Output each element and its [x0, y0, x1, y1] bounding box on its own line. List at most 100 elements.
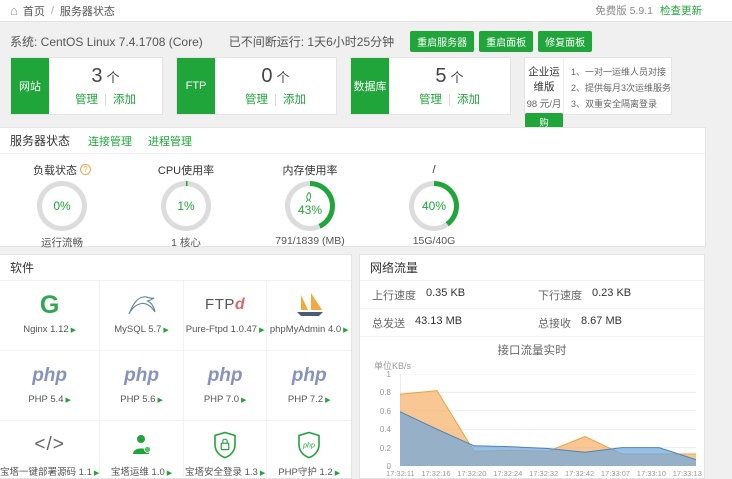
software-item-ops[interactable]: 宝塔运维 1.0▶	[100, 421, 184, 479]
software-item-mysql[interactable]: MySQL 5.7▶	[100, 281, 184, 351]
x-tick: 17:33:10	[637, 469, 666, 478]
software-item-label[interactable]: PHP守护 1.2	[278, 467, 332, 478]
software-item-phpguard[interactable]: php PHP守护 1.2▶	[267, 421, 351, 479]
phpmyadmin-sailboat-icon	[292, 292, 326, 318]
running-icon: ▶	[167, 470, 172, 477]
software-item-phpmyadmin[interactable]: phpMyAdmin 4.0▶	[267, 281, 351, 351]
downstream-speed-label: 下行速度	[538, 287, 582, 303]
nginx-icon: G	[40, 293, 59, 318]
software-item-php72[interactable]: php PHP 7.2▶	[267, 351, 351, 421]
link-divider: |	[448, 94, 451, 106]
running-icon: ▶	[157, 397, 162, 404]
website-add-link[interactable]: 添加	[113, 94, 136, 106]
shield-php-icon: php	[297, 431, 321, 459]
software-item-label[interactable]: PHP 7.2	[288, 394, 323, 405]
link-divider: |	[274, 94, 277, 106]
software-item-label[interactable]: 宝塔安全登录 1.3	[185, 467, 258, 478]
total-row: 总发送43.13 MB 总接收8.67 MB	[360, 309, 704, 337]
pureftpd-icon: FTPd	[205, 296, 245, 314]
software-item-php70[interactable]: php PHP 7.0▶	[184, 351, 268, 421]
server-status-title: 服务器状态	[10, 132, 70, 149]
ftp-count-unit: 个	[277, 70, 290, 85]
software-item-pureftpd[interactable]: FTPd Pure-Ftpd 1.0.47▶	[184, 281, 268, 351]
system-info-row: 系统: CentOS Linux 7.4.1708 (Core) 已不间断运行:…	[10, 31, 592, 52]
running-icon: ▶	[241, 397, 246, 404]
software-item-deploy[interactable]: </> 宝塔一键部署源码 1.1▶	[0, 421, 100, 479]
check-update-link[interactable]: 检查更新	[660, 3, 702, 18]
disk-percent: 40%	[422, 199, 446, 213]
x-tick: 17:32:42	[565, 469, 594, 478]
running-icon: ▶	[325, 397, 330, 404]
downstream-speed-value: 0.23 KB	[592, 287, 631, 303]
software-item-label[interactable]: phpMyAdmin 4.0	[270, 324, 341, 335]
software-item-label[interactable]: MySQL 5.7	[114, 324, 161, 335]
y-tick: 1	[387, 370, 391, 379]
software-item-label[interactable]: 宝塔运维 1.0	[111, 467, 165, 478]
x-tick: 17:32:16	[421, 469, 450, 478]
cpu-donut: 1%	[161, 181, 211, 231]
cpu-gauge: CPU使用率 1% 1 核心	[124, 162, 248, 250]
software-item-securelogin[interactable]: 宝塔安全登录 1.3▶	[184, 421, 268, 479]
running-icon: ▶	[343, 327, 348, 334]
database-card-tab: 数据库	[351, 58, 389, 114]
website-manage-link[interactable]: 管理	[75, 94, 98, 106]
website-count: 3	[91, 65, 102, 87]
load-gauge-label: 负载状态	[33, 162, 77, 178]
y-tick: 0	[387, 462, 391, 471]
free-memory-rocket-icon[interactable]	[304, 192, 314, 203]
restart-server-button[interactable]: 重启服务器	[410, 31, 474, 52]
version-label: 免费版 5.9.1	[595, 3, 653, 18]
software-item-label[interactable]: PHP 5.6	[120, 394, 155, 405]
shield-lock-icon	[213, 431, 237, 459]
software-item-php54[interactable]: php PHP 5.4▶	[0, 351, 100, 421]
memory-percent: 43%	[298, 203, 322, 217]
software-item-label[interactable]: Nginx 1.12	[23, 324, 68, 335]
breadcrumb-home[interactable]: 首页	[23, 3, 45, 19]
total-recv-value: 8.67 MB	[581, 315, 622, 331]
memory-gauge-label: 内存使用率	[283, 162, 338, 178]
enterprise-price: 98 元/月	[525, 96, 563, 110]
disk-gauge: / 40% 15G/40G	[372, 162, 496, 250]
ftp-add-link[interactable]: 添加	[283, 94, 306, 106]
connection-manage-link[interactable]: 连接管理	[88, 133, 132, 149]
ftp-count: 0	[261, 65, 272, 87]
software-item-label[interactable]: 宝塔一键部署源码 1.1	[0, 467, 92, 478]
website-card: 网站 3个 管理|添加	[10, 57, 163, 115]
software-item-label[interactable]: PHP 7.0	[204, 394, 239, 405]
ftp-card-tab: FTP	[177, 58, 215, 114]
software-item-label[interactable]: Pure-Ftpd 1.0.47	[186, 324, 257, 335]
repair-panel-button[interactable]: 修复面板	[538, 31, 592, 52]
website-count-unit: 个	[107, 70, 120, 85]
y-tick: 0.6	[380, 407, 391, 416]
network-panel-title: 网络流量	[370, 259, 418, 276]
software-item-php56[interactable]: php PHP 5.6▶	[100, 351, 184, 421]
php-icon: php	[292, 366, 327, 385]
help-icon[interactable]: ?	[80, 164, 91, 175]
chart-y-axis-label: 单位KB/s	[374, 359, 704, 372]
load-gauge: 负载状态 ? 0% 运行流畅	[0, 162, 124, 250]
network-traffic-panel: 网络流量 上行速度0.35 KB 下行速度0.23 KB 总发送43.13 MB…	[359, 254, 705, 479]
php-icon: php	[208, 366, 243, 385]
enterprise-feature: 3、双重安全隔离登录	[571, 96, 671, 112]
disk-gauge-sub: 15G/40G	[372, 235, 496, 247]
gauges-row: 负载状态 ? 0% 运行流畅 CPU使用率 1% 1 核心 内存使用率	[0, 154, 705, 250]
restart-panel-button[interactable]: 重启面板	[479, 31, 533, 52]
memory-gauge: 内存使用率 43% 791/1839 (MB)	[248, 162, 372, 250]
topbar-right: 免费版 5.9.1 检查更新	[595, 3, 732, 18]
memory-donut: 43%	[285, 181, 335, 231]
total-sent-label: 总发送	[372, 315, 405, 331]
database-card: 数据库 5个 管理|添加	[350, 57, 511, 115]
software-panel-title: 软件	[10, 259, 34, 276]
database-add-link[interactable]: 添加	[457, 94, 480, 106]
cpu-gauge-label: CPU使用率	[158, 162, 214, 178]
load-donut: 0%	[37, 181, 87, 231]
software-item-nginx[interactable]: G Nginx 1.12▶	[0, 281, 100, 351]
home-icon[interactable]: ⌂	[10, 4, 18, 17]
running-icon: ▶	[94, 470, 99, 477]
disk-donut: 40%	[409, 181, 459, 231]
database-manage-link[interactable]: 管理	[419, 94, 442, 106]
software-item-label[interactable]: PHP 5.4	[28, 394, 63, 405]
ftp-manage-link[interactable]: 管理	[245, 94, 268, 106]
traffic-chart: 1 0.8 0.6 0.4 0.2 0 17:32:11 17:32:16 17…	[360, 374, 704, 478]
process-manage-link[interactable]: 进程管理	[148, 133, 192, 149]
